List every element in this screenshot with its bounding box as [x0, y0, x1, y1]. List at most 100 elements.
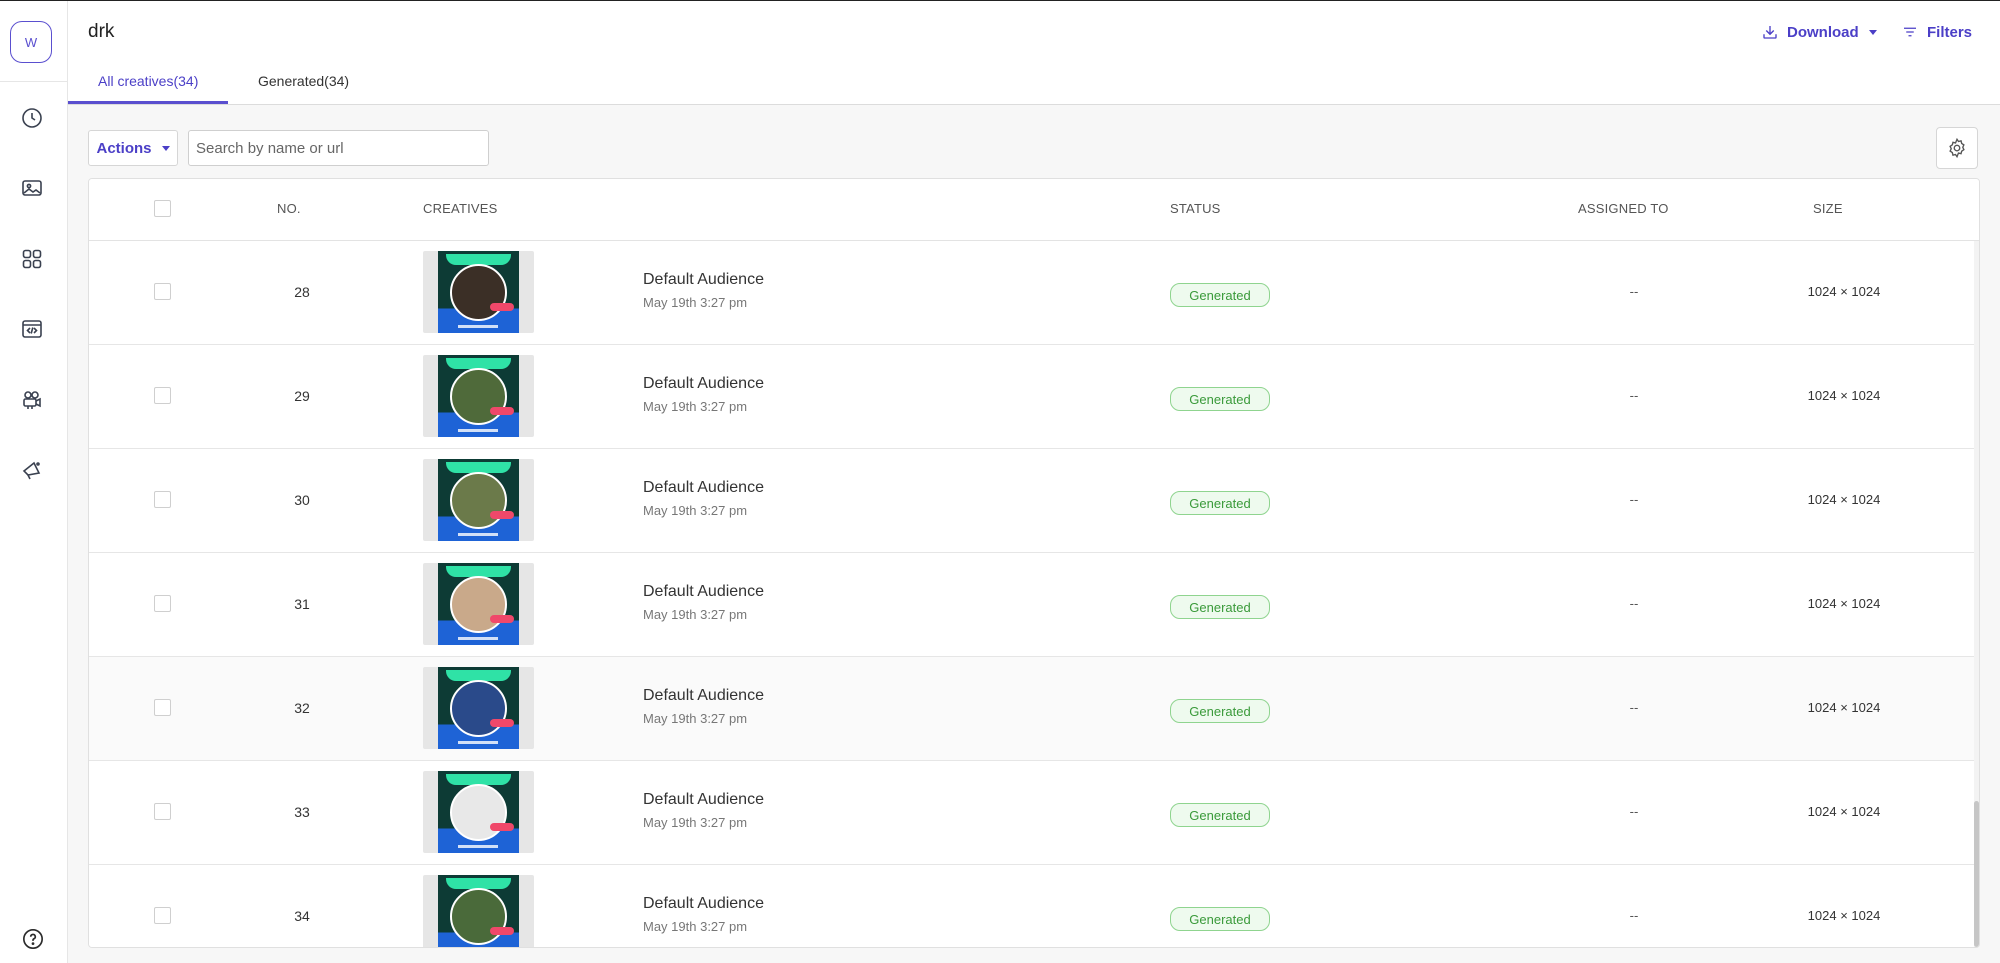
creative-date: May 19th 3:27 pm	[643, 503, 748, 518]
grid-icon	[22, 249, 42, 269]
creative-name: Default Audience	[643, 583, 764, 600]
clock-icon	[22, 108, 42, 128]
table-scrollbar-thumb[interactable]	[1974, 801, 1979, 947]
table-row[interactable]: 33 Default Audience May 19th 3:27 pm Gen…	[89, 761, 1979, 865]
creative-thumbnail[interactable]	[438, 459, 519, 541]
row-checkbox[interactable]	[154, 595, 171, 612]
row-checkbox[interactable]	[154, 907, 171, 924]
sidebar-item-history[interactable]	[18, 104, 46, 132]
creative-name: Default Audience	[643, 479, 764, 496]
column-header-creatives: CREATIVES	[423, 201, 498, 216]
creative-size: 1024 × 1024	[1807, 284, 1881, 299]
assigned-to: --	[1629, 492, 1639, 507]
row-checkbox[interactable]	[154, 803, 171, 820]
assigned-to: --	[1629, 284, 1639, 299]
video-reel-icon	[23, 391, 41, 409]
chevron-down-icon	[161, 145, 170, 151]
status-badge: Generated	[1170, 283, 1270, 307]
assigned-to: --	[1629, 700, 1639, 715]
creatives-table: NO. CREATIVES STATUS ASSIGNED TO SIZE 28…	[88, 178, 1980, 948]
creative-thumbnail[interactable]	[438, 667, 519, 749]
table-row[interactable]: 34 Default Audience May 19th 3:27 pm Gen…	[89, 865, 1979, 947]
sidebar-item-campaigns[interactable]	[18, 456, 46, 484]
assigned-to: --	[1629, 596, 1639, 611]
sidebar-item-creatives[interactable]	[18, 174, 46, 202]
column-header-status: STATUS	[1170, 201, 1221, 216]
row-number: 28	[294, 284, 310, 300]
gear-icon	[1949, 137, 1965, 159]
creative-date: May 19th 3:27 pm	[643, 711, 748, 726]
sidebar-divider	[0, 81, 68, 82]
row-checkbox[interactable]	[154, 283, 171, 300]
status-badge: Generated	[1170, 803, 1270, 827]
creative-date: May 19th 3:27 pm	[643, 607, 748, 622]
chevron-down-icon	[1868, 29, 1877, 35]
sidebar-item-templates[interactable]	[18, 245, 46, 273]
actions-label: Actions	[96, 139, 152, 157]
row-number: 29	[294, 388, 310, 404]
creative-name: Default Audience	[643, 687, 764, 704]
filters-label: Filters	[1927, 23, 1973, 41]
row-number: 31	[294, 596, 310, 612]
table-row[interactable]: 30 Default Audience May 19th 3:27 pm Gen…	[89, 449, 1979, 553]
creative-size: 1024 × 1024	[1807, 804, 1881, 819]
page-header: drk Download Filters All creatives(34) G…	[68, 1, 2000, 105]
tab-all-creatives[interactable]: All creatives(34)	[98, 73, 198, 89]
creative-date: May 19th 3:27 pm	[643, 399, 748, 414]
download-icon	[1763, 26, 1777, 39]
creative-thumbnail[interactable]	[438, 355, 519, 437]
creative-name: Default Audience	[643, 271, 764, 288]
table-header: NO. CREATIVES STATUS ASSIGNED TO SIZE	[89, 179, 1979, 241]
sidebar-item-embed[interactable]	[18, 315, 46, 343]
page-title: drk	[88, 21, 115, 42]
avatar[interactable]: W	[10, 21, 52, 63]
download-label: Download	[1787, 23, 1859, 41]
table-row[interactable]: 28 Default Audience May 19th 3:27 pm Gen…	[89, 241, 1979, 345]
row-number: 33	[294, 804, 310, 820]
sidebar-item-video[interactable]	[18, 386, 46, 414]
image-icon	[22, 180, 42, 196]
assigned-to: --	[1629, 804, 1639, 819]
search-input[interactable]	[188, 130, 489, 166]
settings-button[interactable]	[1936, 127, 1978, 169]
column-header-assigned-to: ASSIGNED TO	[1578, 201, 1669, 216]
actions-button[interactable]: Actions	[88, 130, 178, 166]
active-tab-indicator	[68, 101, 228, 104]
table-row[interactable]: 29 Default Audience May 19th 3:27 pm Gen…	[89, 345, 1979, 449]
status-badge: Generated	[1170, 595, 1270, 619]
row-checkbox[interactable]	[154, 491, 171, 508]
creative-thumbnail[interactable]	[438, 251, 519, 333]
creative-date: May 19th 3:27 pm	[643, 815, 748, 830]
filter-icon	[1904, 27, 1916, 37]
sidebar: W	[0, 1, 68, 963]
assigned-to: --	[1629, 388, 1639, 403]
table-row[interactable]: 32 Default Audience May 19th 3:27 pm Gen…	[89, 657, 1979, 761]
select-all-checkbox[interactable]	[154, 200, 171, 217]
status-badge: Generated	[1170, 387, 1270, 411]
creative-name: Default Audience	[643, 791, 764, 808]
creative-size: 1024 × 1024	[1807, 596, 1881, 611]
code-icon	[22, 320, 42, 338]
table-row[interactable]: 31 Default Audience May 19th 3:27 pm Gen…	[89, 553, 1979, 657]
row-checkbox[interactable]	[154, 699, 171, 716]
creative-date: May 19th 3:27 pm	[643, 295, 748, 310]
creative-size: 1024 × 1024	[1807, 700, 1881, 715]
row-number: 30	[294, 492, 310, 508]
creative-thumbnail[interactable]	[438, 771, 519, 853]
main-content: Actions NO. CREATIVES STATUS ASSIGNED TO…	[68, 105, 2000, 963]
filters-button[interactable]: Filters	[1901, 23, 1972, 41]
assigned-to: --	[1629, 908, 1639, 923]
row-checkbox[interactable]	[154, 387, 171, 404]
row-number: 32	[294, 700, 310, 716]
status-badge: Generated	[1170, 907, 1270, 931]
megaphone-icon	[22, 461, 41, 480]
creative-size: 1024 × 1024	[1807, 388, 1881, 403]
column-header-no: NO.	[277, 201, 301, 216]
help-icon[interactable]	[22, 928, 44, 950]
creative-thumbnail[interactable]	[438, 563, 519, 645]
row-number: 34	[294, 908, 310, 924]
creative-thumbnail[interactable]	[438, 875, 519, 947]
download-button[interactable]: Download	[1761, 23, 1877, 41]
avatar-initial: W	[24, 34, 38, 50]
tab-generated[interactable]: Generated(34)	[258, 73, 349, 89]
